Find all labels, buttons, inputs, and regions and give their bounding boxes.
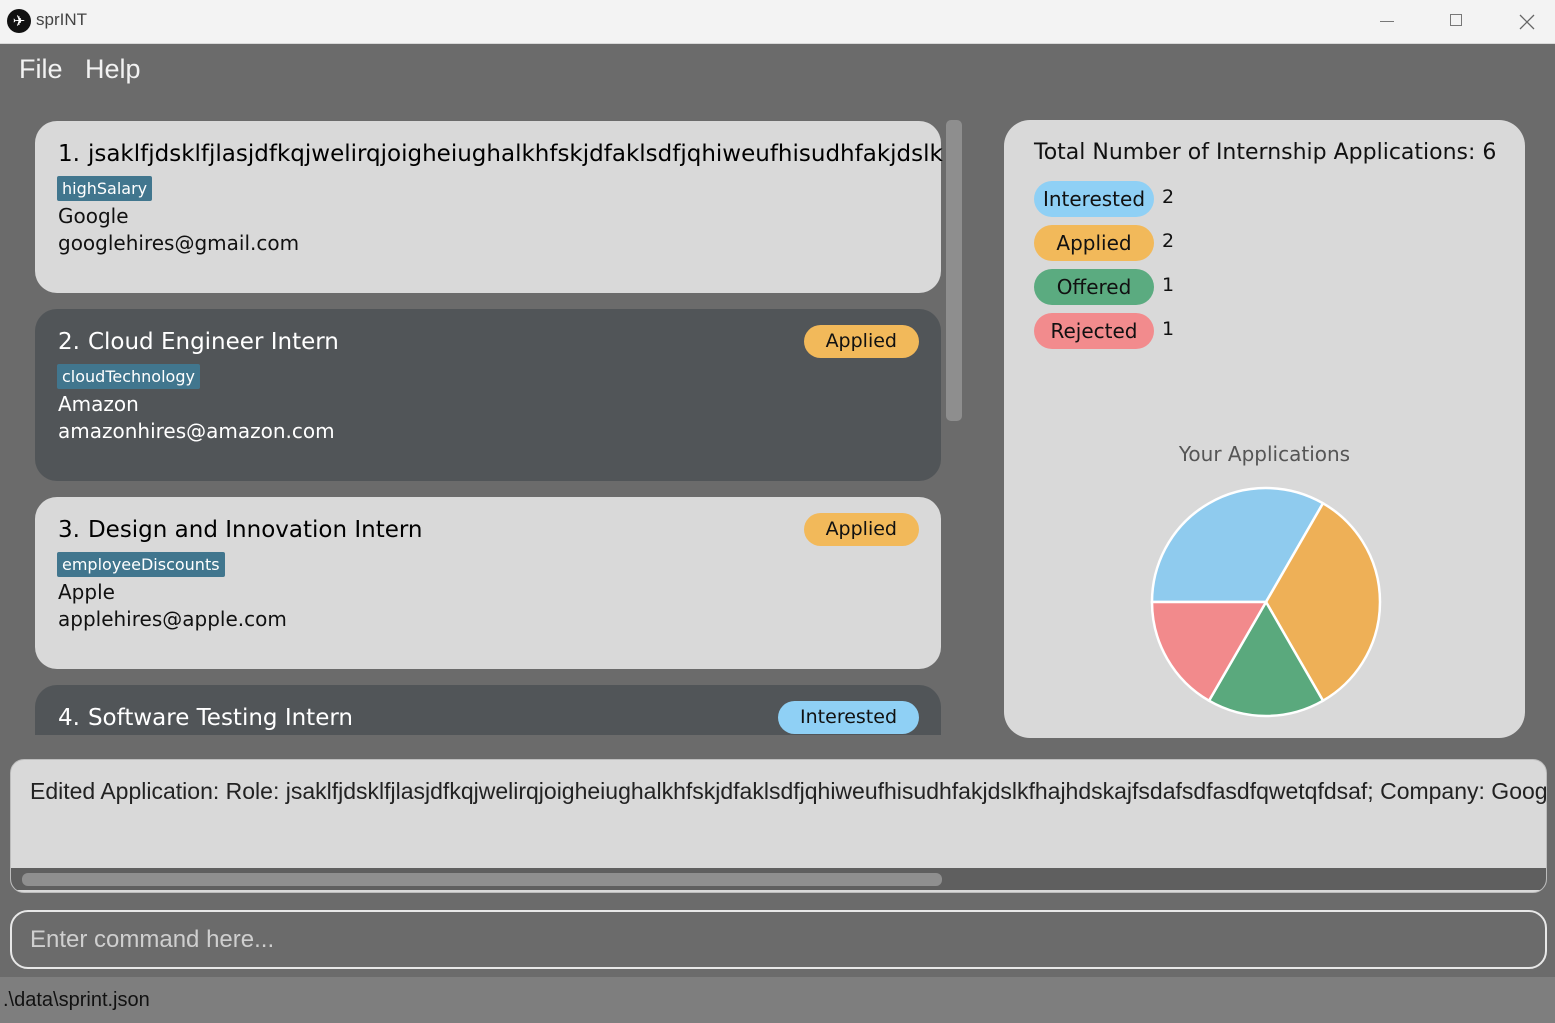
application-tag: highSalary: [57, 176, 153, 201]
stat-count: 1: [1162, 274, 1175, 296]
application-card-2[interactable]: 2. Cloud Engineer Intern Applied cloudTec…: [35, 309, 941, 481]
applications-pie-chart: [1150, 486, 1382, 718]
application-title: 3. Design and Innovation Intern: [58, 517, 798, 543]
list-scrollbar[interactable]: [946, 120, 962, 421]
menu-help[interactable]: Help: [85, 54, 141, 85]
app-logo-icon: ✈: [7, 9, 31, 33]
result-horizontal-scrollbar[interactable]: [11, 868, 1546, 890]
minimize-icon[interactable]: [1352, 0, 1422, 44]
stat-label: Offered: [1034, 269, 1154, 305]
application-role: Software Testing Intern: [87, 705, 353, 731]
application-card-3[interactable]: 3. Design and Innovation Intern Applied e…: [35, 497, 941, 669]
application-tag: employeeDiscounts: [57, 552, 225, 577]
application-tag: cloudTechnology: [57, 364, 200, 389]
status-badge: Applied: [803, 513, 919, 546]
save-file-path: .\data\sprint.json: [3, 989, 150, 1011]
application-title: 2. Cloud Engineer Intern: [58, 329, 798, 355]
status-badge: Interested: [778, 701, 919, 734]
title-bar: ✈ sprINT: [0, 0, 1555, 44]
command-input[interactable]: [10, 910, 1547, 969]
chart-title: Your Applications: [1178, 442, 1351, 466]
result-display: Edited Application: Role: jsaklfjdsklfjl…: [10, 759, 1547, 893]
application-title: 1. jsaklfjdsklfjlasjdfkqjwelirqjoigheiugh…: [58, 141, 943, 167]
application-index: 2.: [58, 329, 80, 355]
stat-count: 2: [1162, 186, 1175, 208]
result-text: Edited Application: Role: jsaklfjdsklfjl…: [30, 778, 1547, 804]
stats-title: Total Number of Internship Applications:…: [1034, 140, 1497, 165]
stat-label: Rejected: [1034, 313, 1154, 349]
stats-panel: Total Number of Internship Applications:…: [1004, 120, 1525, 738]
stat-count: 2: [1162, 230, 1175, 252]
stat-label: Interested: [1034, 181, 1154, 217]
menu-bar: File Help: [0, 44, 1555, 96]
close-icon[interactable]: [1491, 0, 1555, 44]
window-title: sprINT: [36, 10, 87, 29]
status-badge: Applied: [803, 325, 919, 358]
application-company: Google: [58, 204, 129, 228]
application-title: 4. Software Testing Intern: [58, 705, 778, 731]
application-email: applehires@apple.com: [58, 607, 287, 631]
application-role: Cloud Engineer Intern: [87, 329, 339, 355]
application-email: googlehires@gmail.com: [58, 231, 300, 255]
result-scrollbar-thumb[interactable]: [22, 873, 942, 886]
maximize-icon[interactable]: [1421, 0, 1491, 44]
application-card-4[interactable]: 4. Software Testing Intern Interested: [35, 685, 941, 735]
application-card-1[interactable]: 1. jsaklfjdsklfjlasjdfkqjwelirqjoigheiugh…: [35, 121, 943, 293]
application-index: 1.: [58, 141, 80, 167]
status-bar: .\data\sprint.json: [0, 977, 1555, 1023]
application-company: Apple: [58, 580, 115, 604]
application-index: 4.: [58, 705, 80, 731]
stat-label: Applied: [1034, 225, 1154, 261]
application-role: jsaklfjdsklfjlasjdfkqjwelirqjoigheiughal…: [87, 141, 943, 167]
application-role: Design and Innovation Intern: [87, 517, 423, 543]
application-email: amazonhires@amazon.com: [58, 419, 335, 443]
application-list[interactable]: 1. jsaklfjdsklfjlasjdfkqjwelirqjoigheiugh…: [33, 118, 943, 735]
menu-file[interactable]: File: [19, 54, 63, 85]
application-index: 3.: [58, 517, 80, 543]
application-company: Amazon: [58, 392, 139, 416]
stat-count: 1: [1162, 318, 1175, 340]
